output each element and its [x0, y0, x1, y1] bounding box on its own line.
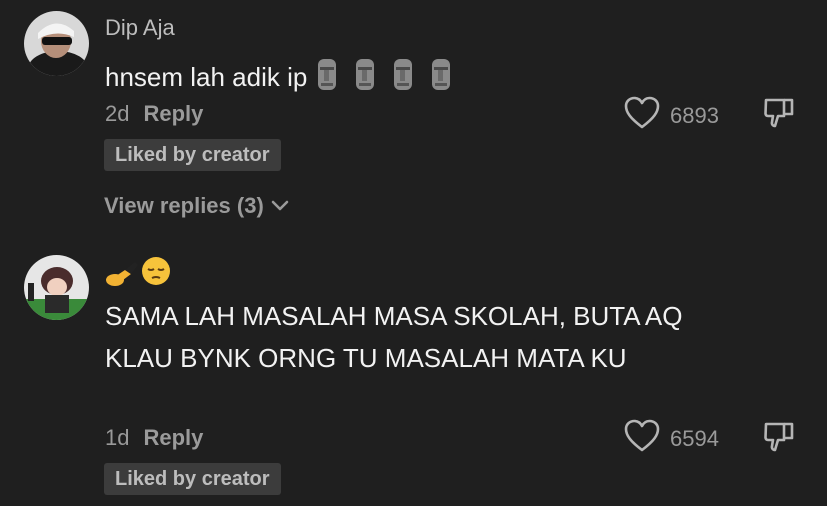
like-count: 6893: [670, 102, 719, 128]
heart-icon[interactable]: [624, 419, 660, 458]
liked-by-creator-badge: Liked by creator: [104, 463, 281, 495]
comment-item: Dip Aja hnsem lah adik ip 2d Reply 6893 L…: [0, 0, 827, 240]
heart-icon[interactable]: [624, 96, 660, 135]
view-replies-button[interactable]: View replies (3): [104, 193, 290, 219]
thumbs-down-icon[interactable]: [762, 422, 796, 458]
comment-username[interactable]: Dip Aja: [105, 15, 175, 41]
comment-item: SAMA LAH MASALAH MASA SKOLAH, BUTA AQ KL…: [0, 240, 827, 506]
comment-time: 1d: [105, 425, 130, 450]
like-button[interactable]: 6594: [624, 419, 719, 458]
comment-text: hnsem lah adik ip: [105, 56, 459, 99]
comment-emoji-row: [105, 256, 171, 293]
moai-icon: [309, 56, 345, 99]
like-count: 6594: [670, 425, 719, 451]
moai-icon: [347, 56, 383, 99]
comment-time: 2d: [105, 101, 130, 126]
reply-button[interactable]: Reply: [143, 101, 203, 126]
comment-text-body: hnsem lah adik ip: [105, 62, 308, 92]
moai-icon: [385, 56, 421, 99]
avatar[interactable]: [24, 11, 89, 76]
thumbs-down-icon[interactable]: [762, 98, 796, 134]
like-button[interactable]: 6893: [624, 96, 719, 135]
comment-text: SAMA LAH MASALAH MASA SKOLAH, BUTA AQ KL…: [105, 301, 683, 373]
dislike-button[interactable]: [762, 420, 796, 459]
view-replies-label[interactable]: View replies (3): [104, 193, 264, 219]
avatar[interactable]: [24, 255, 89, 320]
liked-by-creator-badge: Liked by creator: [104, 139, 281, 171]
dislike-button[interactable]: [762, 96, 796, 135]
reply-button[interactable]: Reply: [143, 425, 203, 450]
comment-meta: 1d Reply: [105, 425, 203, 451]
chevron-down-icon[interactable]: [270, 193, 290, 219]
comment-meta: 2d Reply: [105, 101, 203, 127]
pensive-face-icon: [141, 256, 171, 293]
writing-hand-icon: [105, 256, 139, 293]
moai-icon: [423, 56, 459, 99]
